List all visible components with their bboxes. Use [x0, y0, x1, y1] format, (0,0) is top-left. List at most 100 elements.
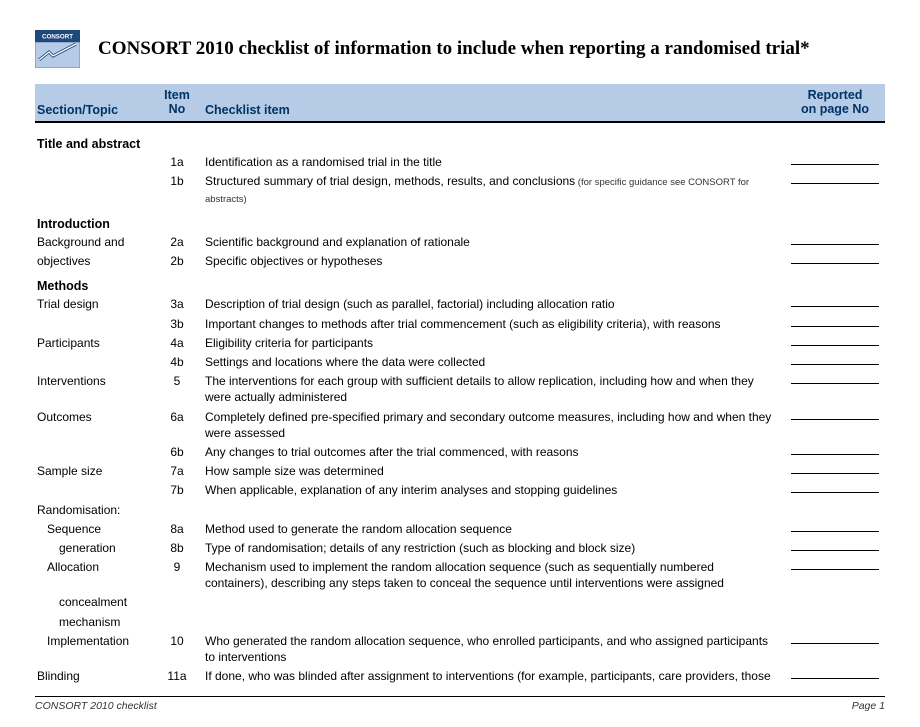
row-topic: Blinding: [35, 668, 157, 684]
row-reported-blank: [785, 668, 885, 679]
row-reported-blank: [785, 173, 885, 184]
fill-in-line[interactable]: [791, 419, 879, 420]
row-item-no: 5: [157, 373, 197, 389]
fill-in-line[interactable]: [791, 164, 879, 165]
fill-in-line[interactable]: [791, 473, 879, 474]
row-description: Settings and locations where the data we…: [197, 354, 785, 370]
row-topic: mechanism: [35, 614, 157, 630]
row-description: Scientific background and explanation of…: [197, 234, 785, 250]
row-topic: Outcomes: [35, 409, 157, 425]
section-heading: Title and abstract: [35, 129, 885, 153]
fill-in-line[interactable]: [791, 492, 879, 493]
consort-logo: CONSORT: [35, 30, 80, 68]
fill-in-line[interactable]: [791, 454, 879, 455]
row-description: How sample size was determined: [197, 463, 785, 479]
row-description: Mechanism used to implement the random a…: [197, 559, 785, 591]
header-section: Section/Topic: [35, 103, 157, 117]
row-description: If done, who was blinded after assignmen…: [197, 668, 785, 684]
row-item-no: 3b: [157, 316, 197, 332]
row-topic: Allocation: [35, 559, 157, 575]
row-topic: Sample size: [35, 463, 157, 479]
header-checklist: Checklist item: [197, 103, 785, 117]
row-description: Description of trial design (such as par…: [197, 296, 785, 312]
table-header: Section/Topic ItemNo Checklist item Repo…: [35, 84, 885, 123]
table-row: Trial design3aDescription of trial desig…: [35, 295, 885, 314]
table-row: Sample size7aHow sample size was determi…: [35, 462, 885, 481]
svg-text:CONSORT: CONSORT: [42, 34, 73, 41]
fill-in-line[interactable]: [791, 183, 879, 184]
row-description: Method used to generate the random alloc…: [197, 521, 785, 537]
row-reported-blank: [785, 234, 885, 245]
row-item-no: 8a: [157, 521, 197, 537]
table-row: 1bStructured summary of trial design, me…: [35, 172, 885, 209]
row-description: Eligibility criteria for participants: [197, 335, 785, 351]
row-topic: Randomisation:: [35, 502, 157, 518]
row-description: Completely defined pre-specified primary…: [197, 409, 785, 441]
row-topic: objectives: [35, 253, 157, 269]
row-item-no: 11a: [157, 668, 197, 684]
table-row: Background and2aScientific background an…: [35, 233, 885, 252]
row-description: Structured summary of trial design, meth…: [197, 173, 785, 207]
row-topic: Interventions: [35, 373, 157, 389]
row-reported-blank: [785, 253, 885, 264]
table-row: Interventions5The interventions for each…: [35, 372, 885, 407]
row-description: Important changes to methods after trial…: [197, 316, 785, 332]
row-reported-blank: [785, 540, 885, 551]
fill-in-line[interactable]: [791, 263, 879, 264]
row-topic: generation: [35, 540, 157, 556]
section-heading: Methods: [35, 271, 885, 295]
page-title: CONSORT 2010 checklist of information to…: [98, 38, 810, 60]
row-topic: Trial design: [35, 296, 157, 312]
table-row: generation8bType of randomisation; detai…: [35, 538, 885, 557]
fill-in-line[interactable]: [791, 244, 879, 245]
row-reported-blank: [785, 559, 885, 570]
fill-in-line[interactable]: [791, 306, 879, 307]
row-reported-blank: [785, 444, 885, 455]
row-item-no: 9: [157, 559, 197, 575]
row-reported-blank: [785, 409, 885, 420]
fill-in-line[interactable]: [791, 569, 879, 570]
fill-in-line[interactable]: [791, 326, 879, 327]
row-reported-blank: [785, 502, 885, 512]
row-item-no: 1b: [157, 173, 197, 189]
section-heading: Introduction: [35, 209, 885, 233]
row-footnote: (for specific guidance see CONSORT for a…: [205, 177, 749, 205]
table-row: Allocation9Mechanism used to implement t…: [35, 558, 885, 593]
table-row: 7bWhen applicable, explanation of any in…: [35, 481, 885, 500]
table-row: Randomisation:: [35, 500, 885, 519]
fill-in-line[interactable]: [791, 678, 879, 679]
table-row: Sequence8aMethod used to generate the ra…: [35, 519, 885, 538]
row-item-no: 6a: [157, 409, 197, 425]
row-topic: Sequence: [35, 521, 157, 537]
table-row: mechanism: [35, 612, 885, 631]
fill-in-line[interactable]: [791, 531, 879, 532]
row-item-no: 8b: [157, 540, 197, 556]
row-item-no: 2a: [157, 234, 197, 250]
table-row: 6bAny changes to trial outcomes after th…: [35, 442, 885, 461]
row-reported-blank: [785, 614, 885, 624]
row-description: Specific objectives or hypotheses: [197, 253, 785, 269]
row-reported-blank: [785, 354, 885, 365]
fill-in-line[interactable]: [791, 364, 879, 365]
header-item-no: ItemNo: [157, 88, 197, 117]
fill-in-line[interactable]: [791, 550, 879, 551]
row-item-no: 6b: [157, 444, 197, 460]
table-row: Implementation10Who generated the random…: [35, 631, 885, 666]
row-topic: Implementation: [35, 633, 157, 649]
row-reported-blank: [785, 335, 885, 346]
row-description: When applicable, explanation of any inte…: [197, 482, 785, 498]
table-row: 3bImportant changes to methods after tri…: [35, 314, 885, 333]
row-topic: concealment: [35, 594, 157, 610]
fill-in-line[interactable]: [791, 383, 879, 384]
table-row: Participants4aEligibility criteria for p…: [35, 333, 885, 352]
fill-in-line[interactable]: [791, 643, 879, 644]
row-description: Any changes to trial outcomes after the …: [197, 444, 785, 460]
row-item-no: 2b: [157, 253, 197, 269]
fill-in-line[interactable]: [791, 345, 879, 346]
table-row: 1aIdentification as a randomised trial i…: [35, 153, 885, 172]
row-description: Type of randomisation; details of any re…: [197, 540, 785, 556]
row-item-no: 7a: [157, 463, 197, 479]
table-row: Outcomes6aCompletely defined pre-specifi…: [35, 407, 885, 442]
row-item-no: 10: [157, 633, 197, 649]
row-topic: Participants: [35, 335, 157, 351]
